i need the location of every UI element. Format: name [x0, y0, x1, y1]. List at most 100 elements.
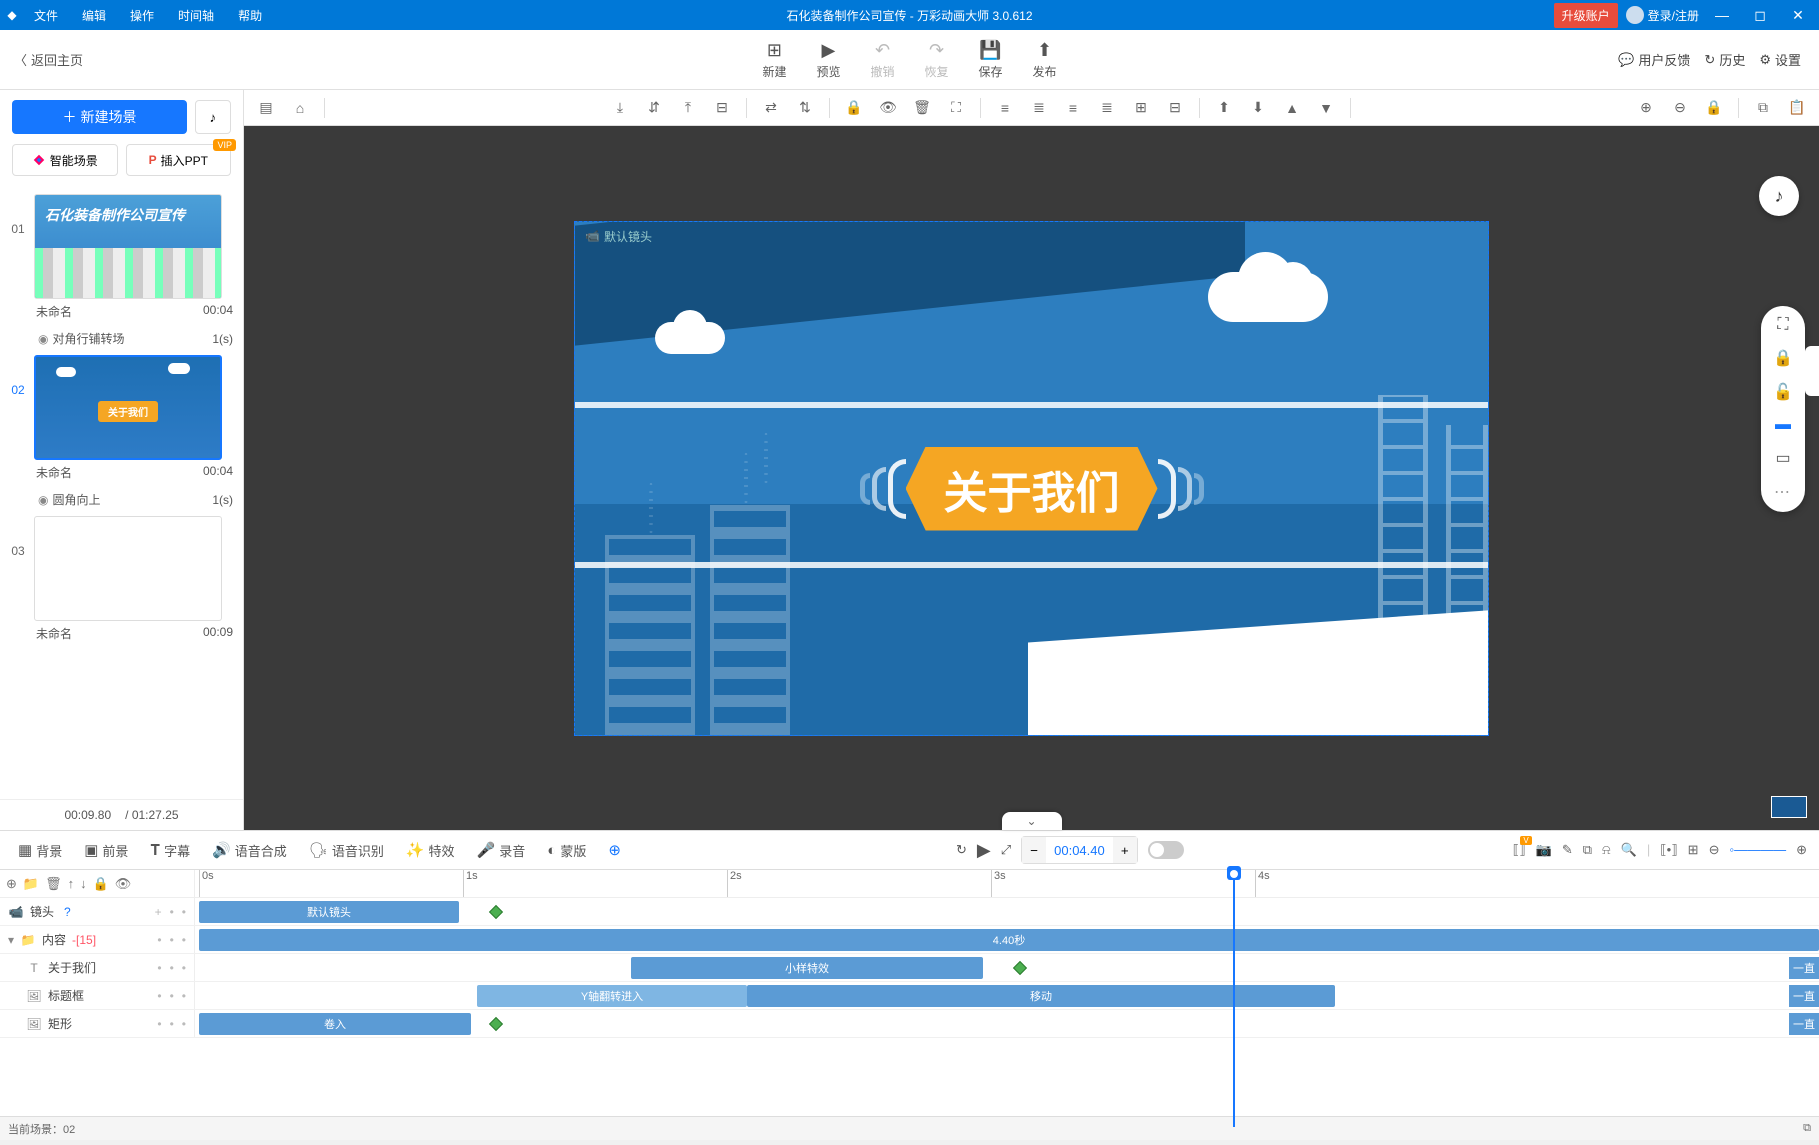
menu-file[interactable]: 文件 — [24, 1, 68, 30]
zoom-icon[interactable]: 🔍 — [1621, 842, 1637, 858]
tab-mask[interactable]: ◐蒙版 — [541, 837, 592, 864]
title-badge[interactable]: 关于我们 — [860, 447, 1204, 531]
tab-subtitle[interactable]: 𝐓字幕 — [144, 837, 196, 864]
scene-item[interactable]: 03 未命名 00:09 — [0, 512, 243, 648]
clip-effect[interactable]: 小样特效 — [631, 957, 983, 979]
back-home-button[interactable]: 〈 返回主页 — [0, 50, 97, 69]
lock-open-icon[interactable]: 🔓 — [1773, 382, 1793, 402]
music-fab-button[interactable]: ♪ — [1759, 176, 1799, 216]
minimize-button[interactable]: ― — [1707, 7, 1737, 23]
canvas-stage[interactable]: 📹默认镜头 关于我们 — [574, 221, 1489, 736]
delete-track-icon[interactable]: 🗑 — [45, 876, 62, 892]
zoom-out-timeline-icon[interactable]: ⊖ — [1709, 842, 1720, 858]
layers-icon[interactable]: ▤ — [252, 94, 280, 122]
lock-closed-icon[interactable]: 🔒 — [1773, 348, 1793, 368]
grid-icon[interactable]: ⊞ — [1688, 842, 1699, 858]
menu-help[interactable]: 帮助 — [228, 1, 272, 30]
clip-end-marker[interactable]: 一直 — [1789, 1013, 1819, 1035]
keyframe-diamond-icon[interactable] — [1013, 961, 1027, 975]
zoom-in-timeline-icon[interactable]: ⊕ — [1796, 842, 1807, 858]
merge-icon[interactable]: ⧉ — [1583, 842, 1592, 858]
add-track-icon[interactable]: ⊕ — [6, 876, 17, 892]
eye-icon[interactable]: 👁 — [874, 94, 902, 122]
distribute-h-icon[interactable]: ⊞ — [1127, 94, 1155, 122]
fullscreen-icon[interactable]: ⛶ — [1777, 316, 1788, 334]
time-decrease-button[interactable]: − — [1022, 837, 1046, 863]
settings-button[interactable]: ⚙设置 — [1759, 50, 1801, 69]
more-button[interactable]: ⊕ — [602, 837, 627, 863]
save-action[interactable]: 💾保存 — [979, 40, 1003, 80]
clip-end-marker[interactable]: 一直 — [1789, 985, 1819, 1007]
undo-action[interactable]: ↶撤销 — [870, 40, 894, 80]
redo-action[interactable]: ↷恢复 — [925, 40, 949, 80]
zoom-out-icon[interactable]: ⊖ — [1666, 94, 1694, 122]
preview-action[interactable]: ▶预览 — [816, 40, 840, 80]
home-icon[interactable]: ⌂ — [286, 94, 314, 122]
align-hcenter-icon[interactable]: ≣ — [1025, 94, 1053, 122]
align-middle-icon[interactable]: ⇵ — [640, 94, 668, 122]
zoom-slider-handle-icon[interactable]: ◦———— — [1729, 842, 1786, 858]
menu-action[interactable]: 操作 — [120, 1, 164, 30]
scene-item[interactable]: 02 关于我们 未命名 00:04 — [0, 351, 243, 487]
lock-zoom-icon[interactable]: 🔒 — [1700, 94, 1728, 122]
scene-music-button[interactable]: ♪ — [195, 100, 231, 134]
close-button[interactable]: ✕ — [1783, 7, 1813, 24]
status-collapse-icon[interactable]: ⧉ — [1803, 1122, 1811, 1135]
distribute-v-icon[interactable]: ⊟ — [1161, 94, 1189, 122]
maximize-button[interactable]: ◻ — [1745, 7, 1775, 24]
bring-forward-icon[interactable]: ▲ — [1278, 94, 1306, 122]
transition-row[interactable]: ◉对角行铺转场 1(s) — [0, 326, 243, 351]
clip-end-marker[interactable]: 一直 — [1789, 957, 1819, 979]
camera-clip[interactable]: 默认镜头 — [199, 901, 459, 923]
paste-icon[interactable]: 📋 — [1783, 94, 1811, 122]
tab-background[interactable]: ▦背景 — [12, 837, 68, 864]
collapse-arrow-icon[interactable]: ▾ — [8, 933, 14, 947]
send-backward-icon[interactable]: ▼ — [1312, 94, 1340, 122]
tab-foreground[interactable]: ▣前景 — [78, 837, 134, 864]
side-drawer-handle[interactable] — [1805, 346, 1819, 396]
visibility-icon[interactable]: 👁 — [115, 876, 132, 892]
menu-edit[interactable]: 编辑 — [72, 1, 116, 30]
scene-item[interactable]: 01 石化装备制作公司宣传 未命名 00:04 — [0, 190, 243, 326]
keyframe-diamond-icon[interactable] — [489, 1017, 503, 1031]
tab-effects[interactable]: ✨特效 — [400, 837, 461, 864]
publish-action[interactable]: ⬆发布 — [1033, 40, 1057, 80]
minimap[interactable] — [1771, 796, 1807, 818]
new-folder-icon[interactable]: 📁 — [23, 876, 39, 892]
time-increase-button[interactable]: + — [1113, 837, 1137, 863]
camera-capture-icon[interactable]: 📷 — [1536, 842, 1552, 858]
help-icon[interactable]: ? — [64, 905, 71, 919]
send-back-icon[interactable]: ⬇ — [1244, 94, 1272, 122]
copy-icon[interactable]: ⧉ — [1749, 94, 1777, 122]
transition-row[interactable]: ◉圆角向上 1(s) — [0, 487, 243, 512]
bring-front-icon[interactable]: ⬆ — [1210, 94, 1238, 122]
tab-record[interactable]: 🎤录音 — [471, 837, 532, 864]
trash-icon[interactable]: 🗑 — [908, 94, 936, 122]
tab-tts[interactable]: 🔊语音合成 — [206, 837, 293, 864]
align-center-icon[interactable]: ⊟ — [708, 94, 736, 122]
move-up-icon[interactable]: ↑ — [68, 876, 75, 891]
clip-rollin[interactable]: 卷入 — [199, 1013, 471, 1035]
align-justify-icon[interactable]: ≣ — [1093, 94, 1121, 122]
expand-icon[interactable]: ⤢ — [1001, 842, 1011, 858]
scene-thumbnail[interactable]: 关于我们 — [34, 355, 222, 460]
replay-icon[interactable]: ↻ — [956, 842, 967, 858]
lock-track-icon[interactable]: 🔒 — [93, 876, 109, 892]
keyframe-add-icon[interactable]: + — [155, 905, 162, 919]
scene-thumbnail[interactable] — [34, 516, 222, 621]
new-action[interactable]: ⊞新建 — [762, 40, 786, 80]
edit-icon[interactable]: ✎ — [1562, 842, 1573, 858]
clip-move[interactable]: 移动 — [747, 985, 1335, 1007]
align-bottom-icon[interactable]: ⤓ — [606, 94, 634, 122]
autoplay-switch[interactable] — [1148, 841, 1184, 859]
flip-h-icon[interactable]: ⇄ — [757, 94, 785, 122]
time-ruler[interactable]: 0s 1s 2s 3s 4s — [195, 870, 1819, 897]
lock-icon[interactable]: 🔒 — [840, 94, 868, 122]
align-right-icon[interactable]: ≡ — [1059, 94, 1087, 122]
fill-color-icon[interactable]: ▬ — [1775, 416, 1791, 434]
tab-asr[interactable]: 🗣语音识别 — [303, 837, 390, 864]
upgrade-button[interactable]: 升级账户 — [1554, 3, 1618, 28]
align-top-icon[interactable]: ⤒ — [674, 94, 702, 122]
keyframe-diamond-icon[interactable] — [489, 905, 503, 919]
ai-scene-button[interactable]: 智能场景 — [12, 144, 118, 176]
